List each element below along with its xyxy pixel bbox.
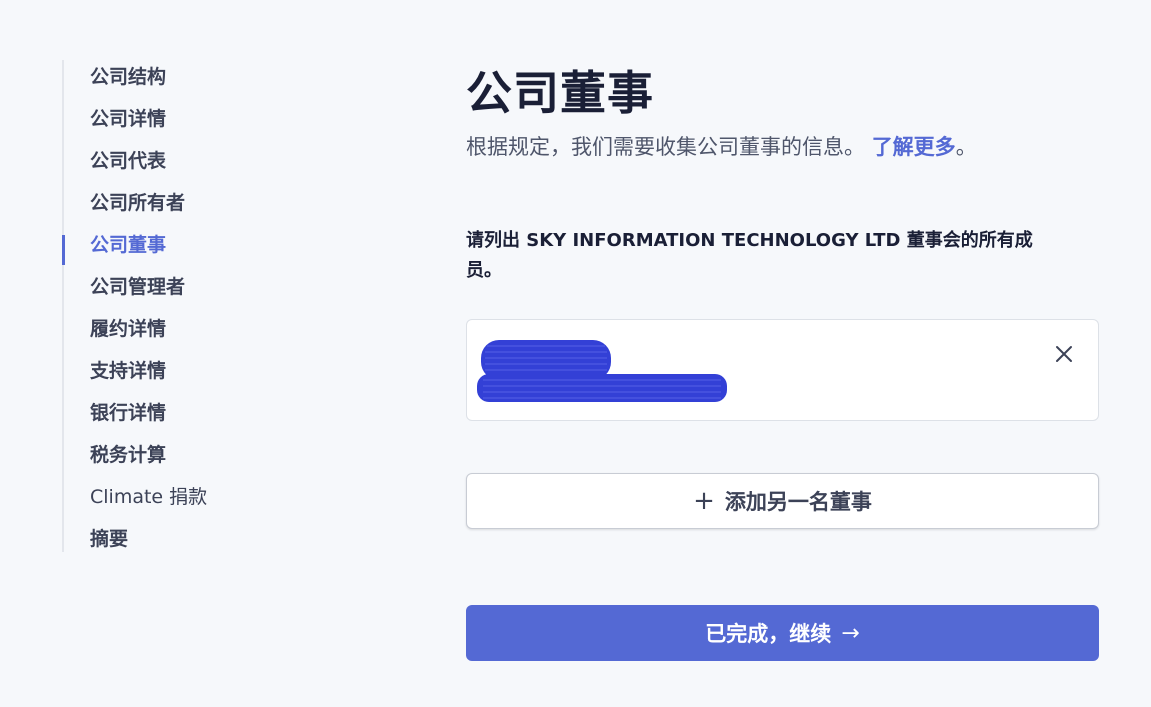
page-title: 公司董事: [466, 66, 654, 120]
continue-button[interactable]: 已完成，继续 →: [466, 605, 1099, 661]
sidebar-item-climate-donation[interactable]: Climate 捐款: [64, 480, 362, 522]
main-content: 公司董事 根据规定，我们需要收集公司董事的信息。 了解更多。 请列出 SKY I…: [466, 60, 1099, 661]
sidebar-item-bank-details[interactable]: 银行详情: [64, 396, 362, 438]
continue-label: 已完成，继续: [705, 622, 832, 646]
sidebar-item-fulfillment-details[interactable]: 履约详情: [64, 312, 362, 354]
sidebar-item-company-representative[interactable]: 公司代表: [64, 144, 362, 186]
directors-list-prompt: 请列出 SKY INFORMATION TECHNOLOGY LTD 董事会的所…: [466, 230, 1033, 281]
close-icon[interactable]: [1052, 342, 1076, 366]
add-director-button[interactable]: + 添加另一名董事: [466, 473, 1099, 529]
sidebar-nav: 公司结构 公司详情 公司代表 公司所有者 公司董事 公司管理者 履约详情 支持详…: [62, 60, 362, 552]
sidebar-item-tax-calculation[interactable]: 税务计算: [64, 438, 362, 480]
sidebar-item-company-details[interactable]: 公司详情: [64, 102, 362, 144]
sidebar-item-company-structure[interactable]: 公司结构: [64, 60, 362, 102]
plus-icon: +: [693, 486, 715, 516]
redaction-scribble: [477, 340, 727, 402]
learn-more-link[interactable]: 了解更多: [872, 135, 956, 159]
subtitle-text: 根据规定，我们需要收集公司董事的信息。: [466, 135, 865, 159]
director-card[interactable]: [466, 319, 1099, 421]
subtitle-end: 。: [955, 135, 977, 159]
sidebar-item-company-executives[interactable]: 公司管理者: [64, 270, 362, 312]
page-subtitle: 根据规定，我们需要收集公司董事的信息。 了解更多。: [466, 132, 1099, 162]
sidebar-item-support-details[interactable]: 支持详情: [64, 354, 362, 396]
sidebar-item-company-directors[interactable]: 公司董事: [62, 228, 362, 270]
add-director-label: 添加另一名董事: [724, 490, 872, 514]
sidebar-item-company-owners[interactable]: 公司所有者: [64, 186, 362, 228]
sidebar-item-summary[interactable]: 摘要: [64, 522, 362, 564]
page: 公司结构 公司详情 公司代表 公司所有者 公司董事 公司管理者 履约详情 支持详…: [0, 0, 1151, 707]
arrow-right-icon: →: [841, 620, 860, 646]
